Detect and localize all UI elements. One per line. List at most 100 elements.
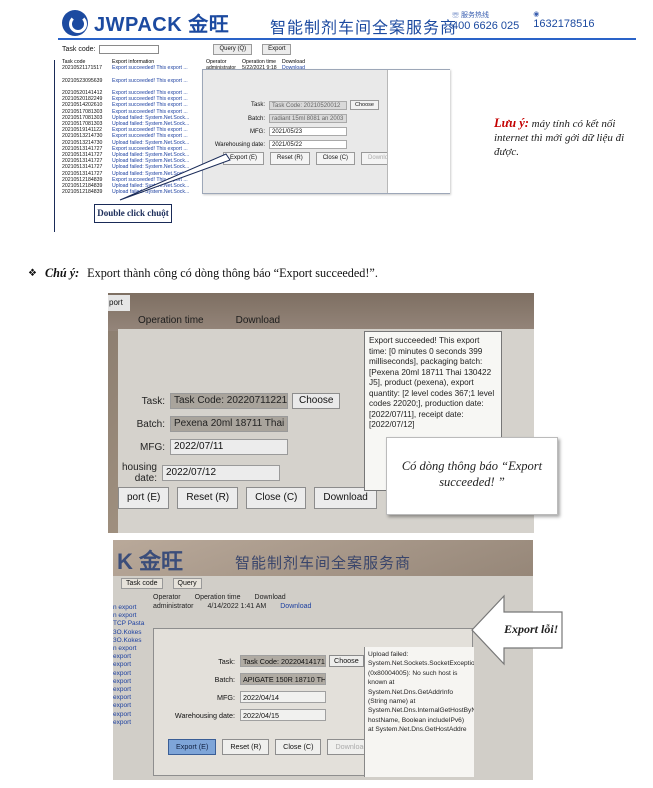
photo2-batch-row: Batch: APIGATE 150R 18710 THAI: [160, 673, 364, 685]
caption: ❖ Chú ý: Export thành công có dòng thông…: [28, 266, 378, 281]
double-click-callout: Double click chuột: [94, 204, 172, 223]
mfg-date-picker[interactable]: 2021/05/23: [269, 127, 347, 136]
toolbar: Task code: Query (Q) Export: [62, 44, 292, 55]
photo1-choose-button[interactable]: Choose: [292, 393, 341, 409]
photo1-batch-field[interactable]: Pexena 20ml 18711 Thai 1:: [170, 416, 288, 432]
list-item[interactable]: export: [113, 678, 157, 686]
row-task-code: 20210521171517: [62, 65, 103, 72]
warehousing-row: Warehousing date: 2021/05/22: [211, 140, 379, 149]
photo2-close-button[interactable]: Close (C): [275, 739, 322, 755]
dialog-close-button[interactable]: Close (C): [315, 152, 356, 165]
photo2-mfg-label: MFG:: [217, 692, 235, 702]
list-item[interactable]: export: [113, 694, 157, 702]
list-item[interactable]: 3O.Kokes: [113, 637, 157, 645]
mfg-row: MFG: 2021/05/23: [211, 127, 379, 136]
list-item[interactable]: export: [113, 686, 157, 694]
bullet-icon: ❖: [28, 268, 37, 279]
photo1-col-download: Download: [235, 315, 281, 326]
photo2-buttons: Export (E) Reset (R) Close (C) Download: [168, 739, 376, 755]
photo1-export-tab: port: [108, 295, 130, 311]
photo2-col-download: Download: [254, 594, 286, 601]
task-field[interactable]: Task Code: 20210520012: [269, 100, 347, 110]
photo2-left-list: n export n export TCP Pasta 3O.Kokes 3O.Koke…: [113, 604, 157, 727]
photo1-buttons: port (E) Reset (R) Close (C) Download: [118, 487, 377, 509]
error-callout-text: Export lỗi!: [504, 622, 559, 636]
batch-field[interactable]: radiant 15ml 8081 an 2003: [269, 114, 347, 123]
photo2-row-download[interactable]: Download: [280, 603, 311, 610]
top-screenshot: JWPACK 金旺 智能制剂车间全案服务商 ☏ 服务热线 400 6626 02…: [58, 4, 636, 236]
list-item[interactable]: export: [113, 653, 157, 661]
photo2-choose-button[interactable]: Choose: [329, 655, 364, 667]
photo1-mfg-row: MFG: 2022/07/11: [118, 439, 340, 455]
warehousing-label: Warehousing date:: [214, 141, 265, 148]
photo1-form: Task: Task Code: 2022071122171 Choose Ba…: [118, 393, 341, 491]
photo1-batch-row: Batch: Pexena 20ml 18711 Thai 1:: [118, 416, 340, 432]
dialog-reset-button[interactable]: Reset (R): [270, 152, 310, 165]
list-item[interactable]: n export: [113, 645, 157, 653]
export-button[interactable]: Export: [262, 44, 292, 55]
phone-1: 400 6626 025: [452, 20, 520, 32]
photo2-reset-button[interactable]: Reset (R): [222, 739, 270, 755]
photo1-top-bezel: port Operation time Download: [108, 293, 534, 331]
photo1-task-row: Task: Task Code: 2022071122171 Choose: [118, 393, 341, 409]
list-item[interactable]: export: [113, 661, 157, 669]
jwpack-logo-icon: [62, 9, 88, 36]
warehousing-date-picker[interactable]: 2021/05/22: [269, 140, 347, 149]
task-label: Task:: [250, 102, 265, 108]
photo1-warehousing-date-picker[interactable]: 2022/07/12: [162, 465, 280, 481]
list-item[interactable]: n export: [113, 612, 157, 620]
photo2-mfg-date-picker[interactable]: 2022/04/14: [240, 691, 326, 703]
row-task-code: 20210523095639: [62, 77, 103, 84]
photo1-close-button[interactable]: Close (C): [246, 487, 307, 509]
photo2-task-row: Task: Task Code: 202204141716 Choose: [160, 655, 364, 667]
photo2-task-label: Task:: [218, 656, 235, 666]
photo2-batch-field[interactable]: APIGATE 150R 18710 THAI: [240, 673, 326, 685]
mobile-icon: ◉: [533, 11, 540, 18]
photo2-logo: K 金旺: [117, 549, 184, 574]
choose-button[interactable]: Choose: [350, 100, 379, 110]
caption-lead: Chú ý:: [44, 266, 80, 280]
photo2-list-header: Operator Operation time Download: [153, 594, 286, 601]
photo1-mfg-date-picker[interactable]: 2022/07/11: [170, 439, 288, 455]
photo2-toolbar: Task code Query: [121, 578, 202, 589]
list-item[interactable]: export: [113, 719, 157, 727]
photo2-export-button[interactable]: Export (E): [168, 739, 217, 755]
photo2-row-time: 4/14/2022 1:41 AM: [207, 603, 267, 610]
photo2-task-field[interactable]: Task Code: 202204141716: [240, 655, 326, 667]
list-item[interactable]: TCP Pasta: [113, 620, 157, 628]
photo2-error-message: Upload failed: System.Net.Sockets.Socket…: [364, 647, 474, 777]
batch-row: Batch: radiant 15ml 8081 an 2003: [211, 114, 379, 123]
note-emphasis: Lưu ý:: [494, 116, 529, 130]
photo1-export-button[interactable]: port (E): [118, 487, 170, 509]
photo1-warehousing-label: housing date:: [121, 462, 157, 484]
photo1-col-time: Operation time: [138, 315, 204, 326]
photo1-reset-button[interactable]: Reset (R): [177, 487, 239, 509]
photo2-query-button[interactable]: Query: [172, 578, 202, 589]
task-code-input[interactable]: [99, 45, 160, 54]
mfg-label: MFG:: [250, 128, 265, 135]
photo2-mfg-row: MFG: 2022/04/14: [160, 691, 364, 703]
brand-logo: JWPACK 金旺: [62, 8, 229, 37]
list-item[interactable]: n export: [113, 604, 157, 612]
photo2-slogan: 智能制剂车间全案服务商: [235, 554, 412, 572]
photo2-warehousing-date-picker[interactable]: 2022/04/15: [240, 709, 326, 721]
photo1-task-field[interactable]: Task Code: 2022071122171: [170, 393, 288, 409]
dialog-export-button[interactable]: Export (E): [223, 152, 265, 165]
photo1-warehousing-row: housing date: 2022/07/12: [118, 462, 340, 484]
list-item[interactable]: export: [113, 670, 157, 678]
internet-note: Lưu ý: máy tính có kết nối internet thì …: [494, 116, 634, 159]
export-form: Task: Task Code: 20210520012 Choose Batc…: [211, 100, 379, 153]
photo2-task-code[interactable]: Task code: [121, 578, 163, 589]
photo2-warehousing-label: Warehousing date:: [174, 710, 235, 720]
list-item[interactable]: export: [113, 702, 157, 710]
list-item[interactable]: 3O.Kokes: [113, 629, 157, 637]
row-export-info: Upload failed: System.Net.Sock...: [112, 189, 190, 196]
contact-block: ☏ 服务热线 400 6626 025 ◉ 1632178516: [452, 10, 594, 32]
list-item[interactable]: export: [113, 711, 157, 719]
photo2-warehousing-row: Warehousing date: 2022/04/15: [160, 709, 364, 721]
row-export-info: Export succeeded! This export ...: [112, 77, 188, 84]
photo1-list-header: Operation time Download: [138, 315, 280, 326]
photo2-col-time: Operation time: [194, 594, 241, 601]
photo2-form: Task: Task Code: 202204141716 Choose Bat…: [160, 655, 364, 727]
query-button[interactable]: Query (Q): [213, 44, 253, 55]
